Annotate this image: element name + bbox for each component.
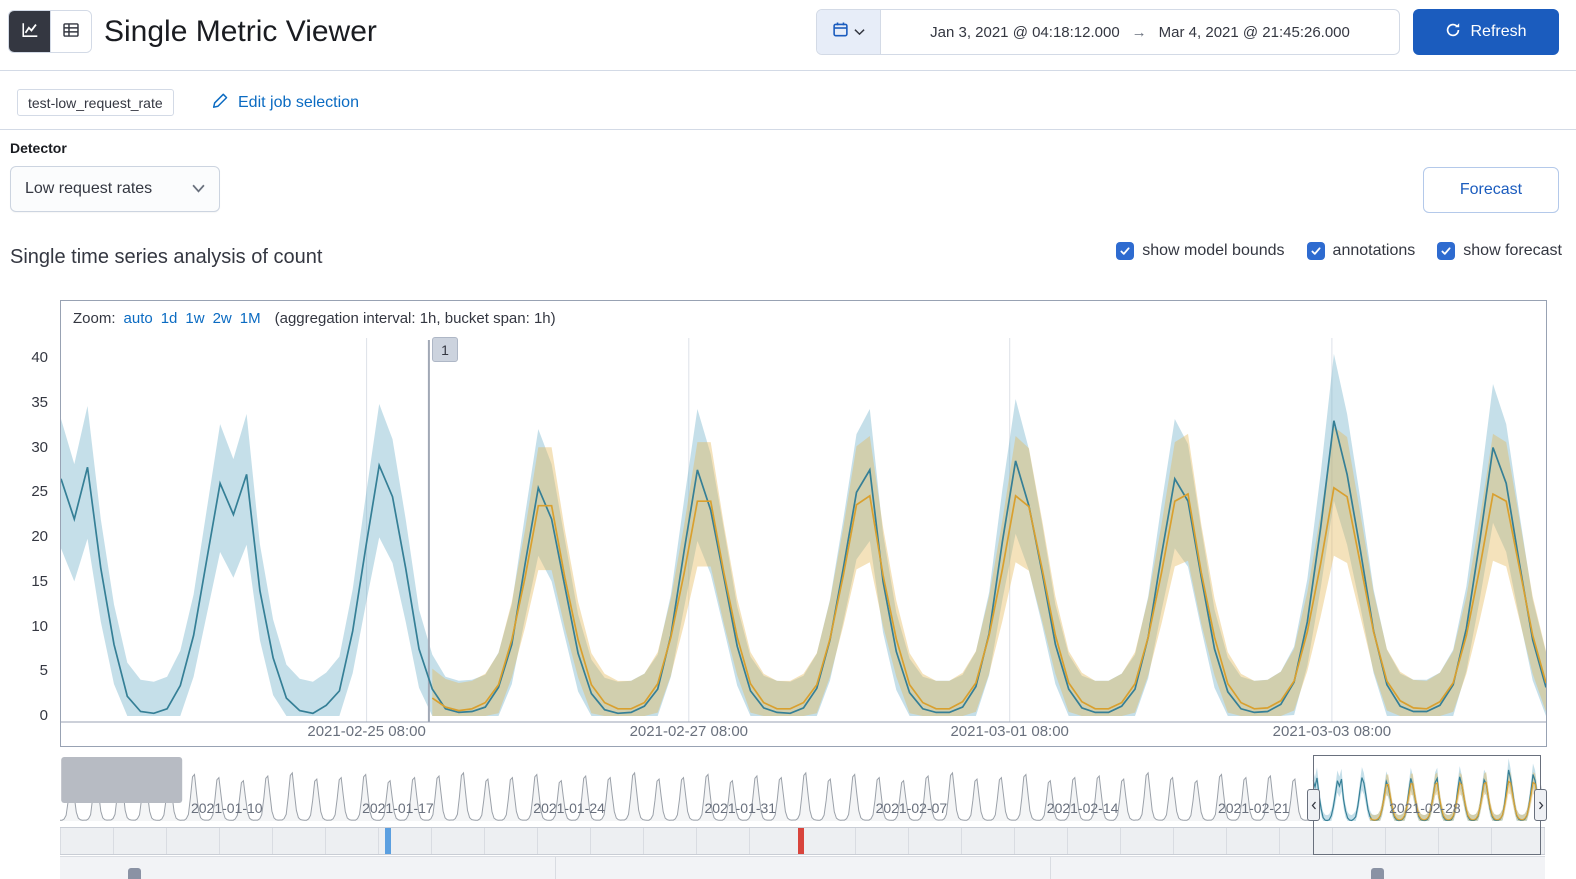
checkbox-checked-icon[interactable] <box>1437 242 1456 260</box>
y-tick-label: 5 <box>39 662 48 680</box>
y-tick-label: 20 <box>31 528 48 545</box>
section-divider <box>0 129 1576 130</box>
context-tick-label: 2021-02-14 <box>1047 800 1119 816</box>
view-toggle <box>8 10 92 53</box>
job-badge: test-low_request_rate <box>17 89 174 116</box>
zoom-option-1M[interactable]: 1M <box>240 310 261 327</box>
context-tick-label: 2021-01-24 <box>533 800 605 816</box>
context-tick-label: 2021-01-10 <box>191 800 263 816</box>
checkbox-checked-icon[interactable] <box>1116 242 1135 260</box>
annotations-label: annotations <box>1332 242 1416 259</box>
header-divider <box>0 70 1576 71</box>
checkbox-checked-icon[interactable] <box>1306 242 1325 260</box>
chevron-down-icon <box>192 180 205 198</box>
annotations-toggle[interactable]: annotations <box>1306 242 1416 260</box>
pencil-icon <box>212 92 229 114</box>
lane-divider <box>555 857 556 879</box>
context-gray-block <box>61 757 183 803</box>
table-icon <box>62 21 80 42</box>
chart-view-button[interactable] <box>9 11 50 52</box>
y-tick-label: 15 <box>31 572 48 590</box>
y-tick-label: 10 <box>31 617 48 635</box>
edit-job-selection-link[interactable]: Edit job selection <box>212 90 359 116</box>
y-tick-label: 0 <box>39 707 48 724</box>
show-model-bounds-label: show model bounds <box>1142 242 1285 259</box>
arrow-right-icon: → <box>1131 23 1147 41</box>
detector-label: Detector <box>10 140 67 156</box>
show-forecast-label: show forecast <box>1463 242 1562 259</box>
context-tick-label: 2021-02-21 <box>1218 800 1290 816</box>
x-tick-label: 2021-03-01 08:00 <box>950 723 1068 740</box>
calendar-icon <box>832 21 849 43</box>
page-title: Single Metric Viewer <box>104 15 377 48</box>
x-tick-label: 2021-02-25 08:00 <box>307 723 425 740</box>
annotation-marker <box>128 868 141 879</box>
date-range: Jan 3, 2021 @ 04:18:12.000 → Mar 4, 2021… <box>881 10 1399 54</box>
single-metric-viewer-app: Single Metric Viewer Jan 3, 2021 @ 04:18… <box>0 0 1576 879</box>
line-chart-icon <box>21 21 39 42</box>
zoom-option-1d[interactable]: 1d <box>161 310 178 327</box>
zoom-option-auto[interactable]: auto <box>124 310 153 327</box>
lane-divider <box>1050 857 1051 879</box>
context-brush[interactable] <box>1307 755 1547 855</box>
context-tick-label: 2021-01-17 <box>362 800 434 816</box>
zoom-option-1w[interactable]: 1w <box>185 310 204 327</box>
annotations-lane[interactable] <box>60 856 1545 879</box>
zoom-label: Zoom: <box>73 310 116 327</box>
zoom-bar: Zoom: auto 1d 1w 2w 1M (aggregation inte… <box>61 301 1546 336</box>
detector-select[interactable]: Low request rates <box>10 166 220 212</box>
anomaly-marker-blue <box>385 828 391 854</box>
aggregation-info: (aggregation interval: 1h, bucket span: … <box>274 310 556 327</box>
refresh-icon <box>1445 22 1461 43</box>
show-forecast-toggle[interactable]: show forecast <box>1437 242 1562 260</box>
brush-handle-right[interactable] <box>1534 789 1547 821</box>
table-view-button[interactable] <box>50 11 91 52</box>
y-tick-label: 35 <box>31 393 48 411</box>
date-range-picker: Jan 3, 2021 @ 04:18:12.000 → Mar 4, 2021… <box>816 9 1400 55</box>
chevron-down-icon <box>854 23 865 41</box>
zoom-option-2w[interactable]: 2w <box>213 310 232 327</box>
chart-toggles: show model bounds annotations show forec… <box>1116 242 1562 260</box>
y-tick-label: 25 <box>31 483 48 501</box>
x-tick-label: 2021-02-27 08:00 <box>630 723 748 740</box>
edit-job-selection-label: Edit job selection <box>238 94 359 111</box>
y-tick-label: 40 <box>31 349 48 366</box>
context-tick-label: 2021-02-07 <box>876 800 948 816</box>
detector-selected-value: Low request rates <box>25 180 153 197</box>
show-model-bounds-toggle[interactable]: show model bounds <box>1116 242 1285 260</box>
start-date[interactable]: Jan 3, 2021 @ 04:18:12.000 <box>930 24 1120 41</box>
y-tick-label: 30 <box>31 438 48 456</box>
refresh-label: Refresh <box>1470 23 1527 40</box>
x-tick-label: 2021-03-03 08:00 <box>1273 723 1391 740</box>
quick-select-button[interactable] <box>817 10 881 54</box>
anomaly-marker-red <box>798 828 804 854</box>
forecast-bounds-area <box>432 426 1546 716</box>
refresh-button[interactable]: Refresh <box>1413 9 1559 55</box>
end-date[interactable]: Mar 4, 2021 @ 21:45:26.000 <box>1159 24 1350 41</box>
context-tick-label: 2021-01-31 <box>704 800 776 816</box>
annotation-marker <box>1371 868 1384 879</box>
brush-handle-left[interactable] <box>1307 789 1320 821</box>
series-title: Single time series analysis of count <box>10 246 323 268</box>
annotation-badge[interactable]: 1 <box>432 337 458 362</box>
timeseries-plot[interactable]: 2021-02-25 08:00 2021-02-27 08:00 2021-03-… <box>61 334 1546 744</box>
forecast-button[interactable]: Forecast <box>1423 167 1559 213</box>
